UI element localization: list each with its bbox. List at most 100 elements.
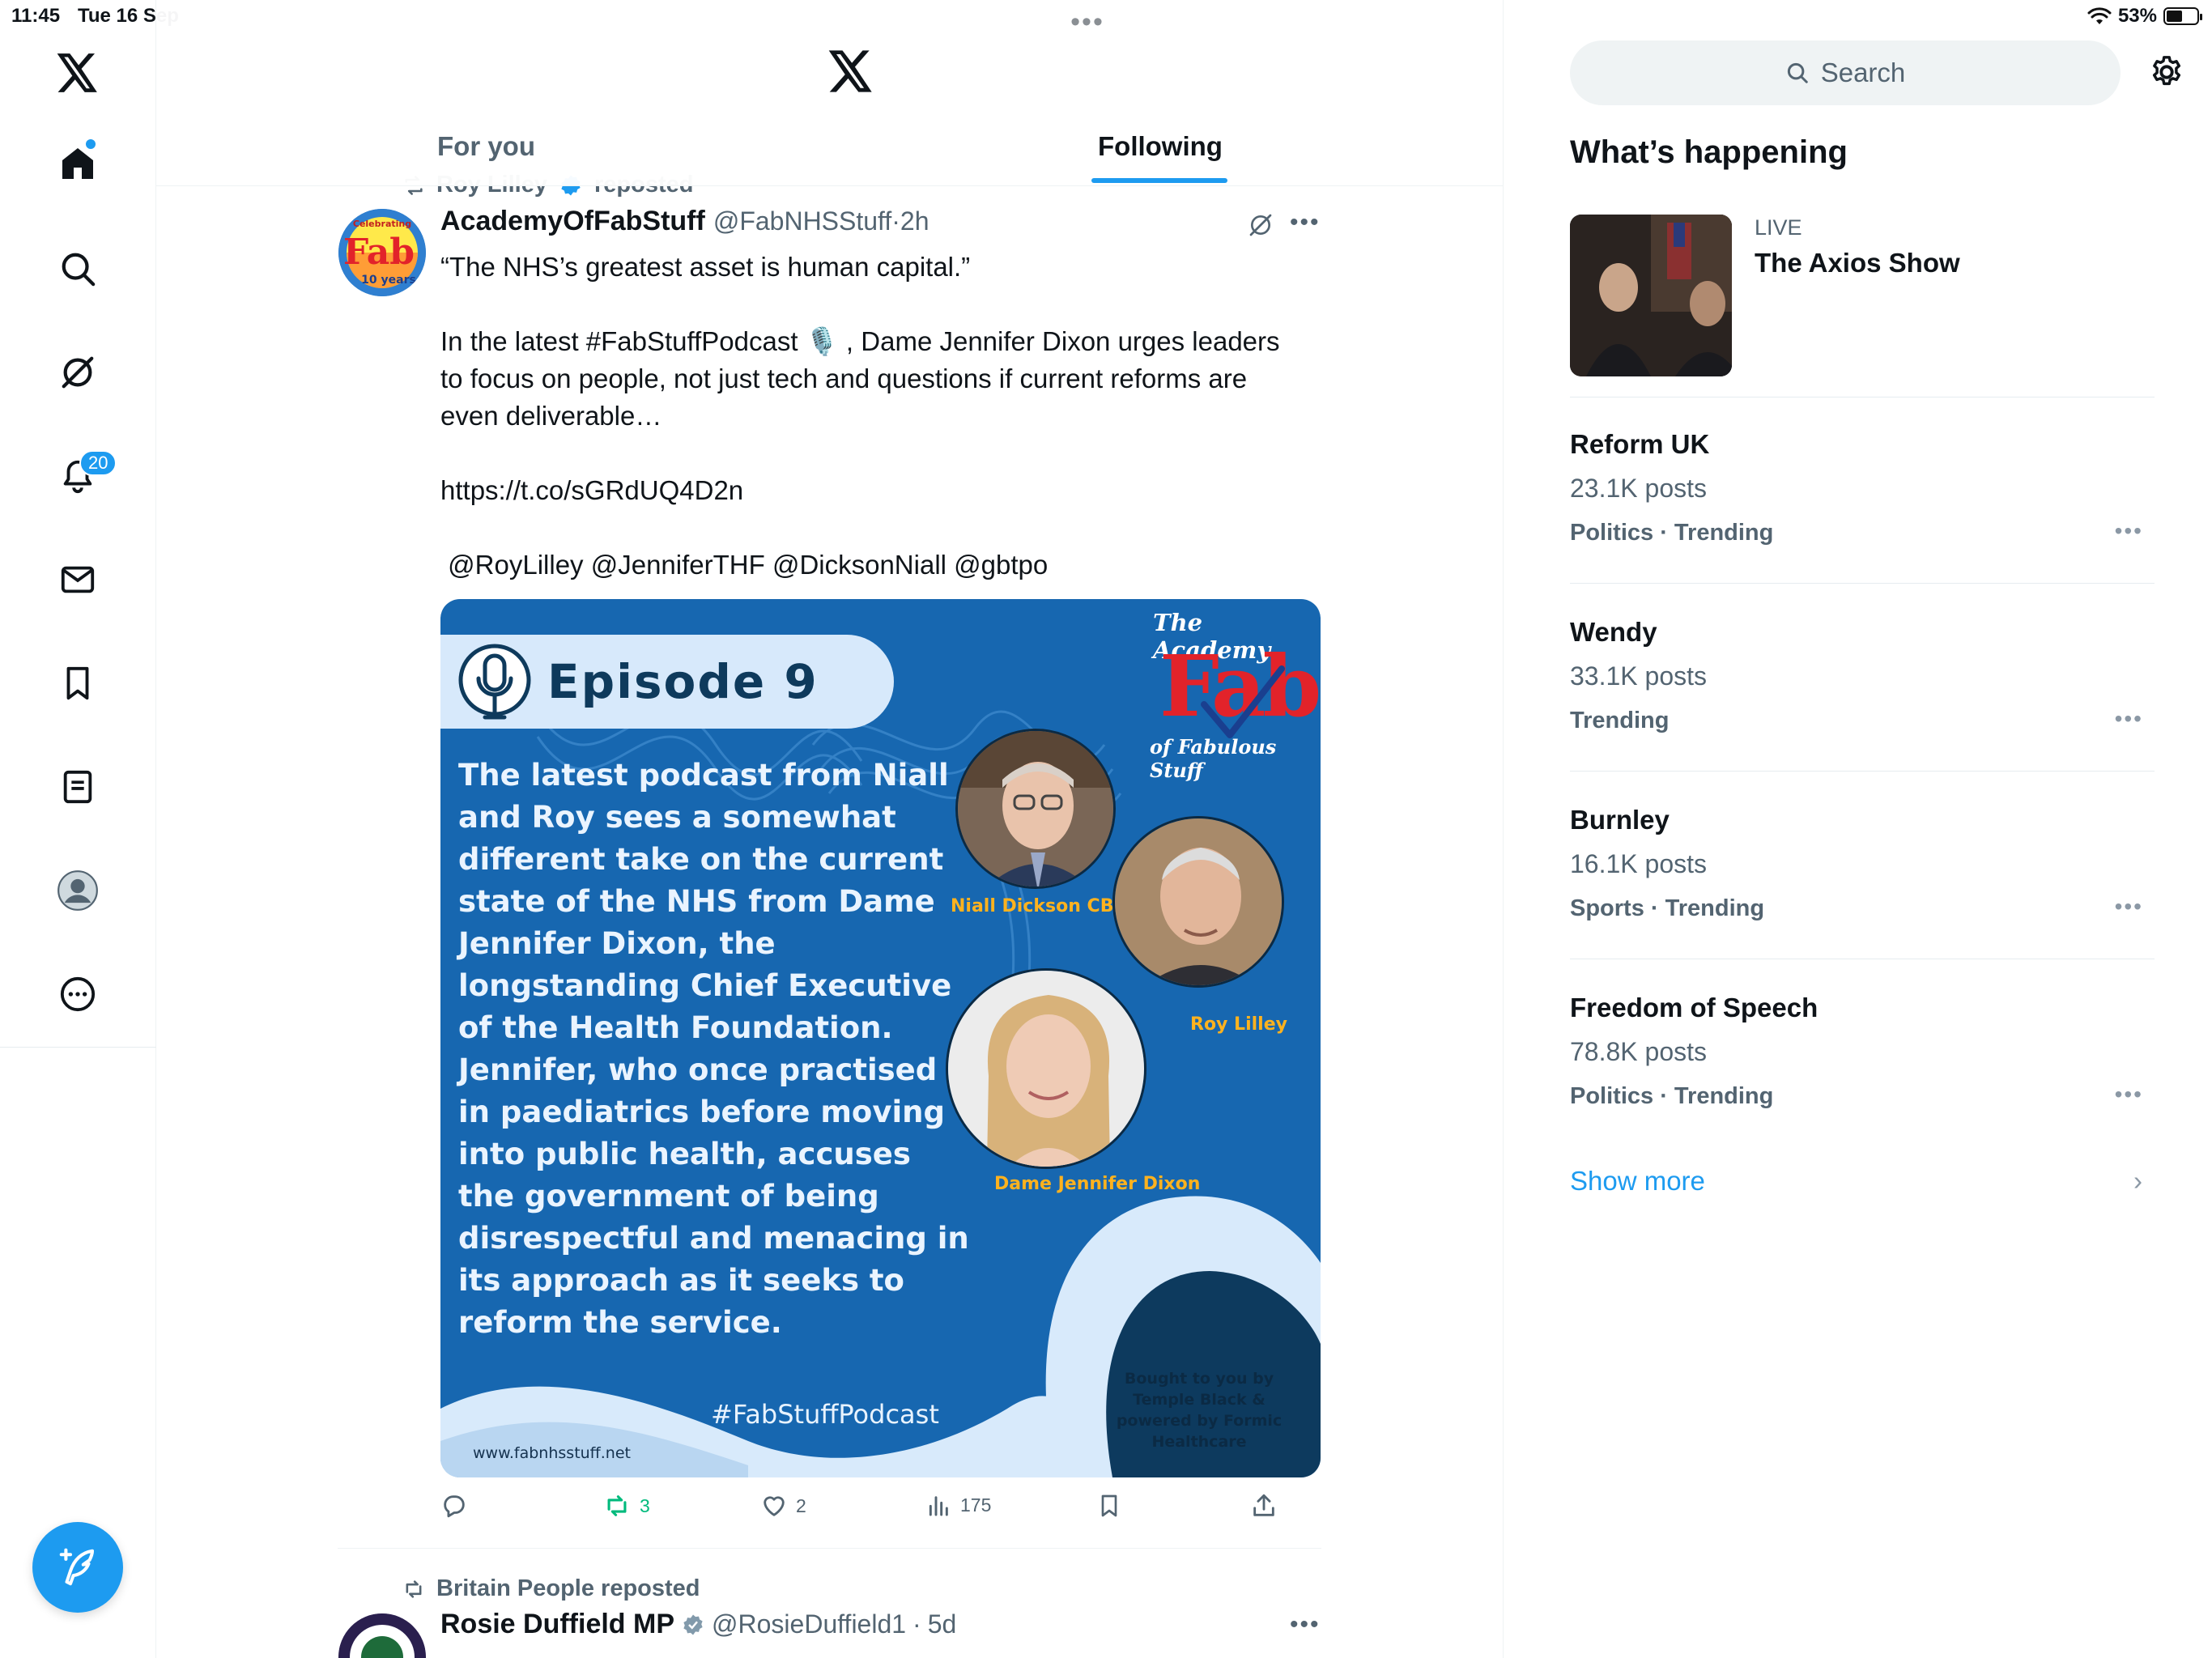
podcast-mic-icon <box>457 640 533 728</box>
label-niall-dickson: Niall Dickson CBE <box>951 896 1126 916</box>
label-jennifer-dixon: Dame Jennifer Dixon <box>994 1174 1201 1194</box>
left-nav: 20 <box>0 0 156 1658</box>
academy-checkmark-icon <box>1201 665 1285 738</box>
episode-description: The latest podcast from Niall and Roy se… <box>458 758 969 1340</box>
trend-title: Burnley <box>1570 805 1670 835</box>
search-input[interactable]: Search <box>1570 40 2121 105</box>
tweet-author-name[interactable]: AcademyOfFabStuff <box>440 206 705 237</box>
tweet-media-image[interactable]: Episode 9 The latest podcast from Niall … <box>440 599 1321 1477</box>
tweet-line-body: In the latest #FabStuffPodcast 🎙️ , Dame… <box>440 326 1280 431</box>
trend-posts: 23.1K posts <box>1570 474 1707 503</box>
share-icon <box>1253 1494 1274 1516</box>
bookmarks-icon[interactable] <box>53 659 102 708</box>
tab-for-you[interactable]: For you <box>437 131 535 162</box>
live-title[interactable]: The Axios Show <box>1755 248 1960 278</box>
like-button[interactable]: 2 <box>760 1492 806 1520</box>
tweet-time[interactable]: 2h <box>900 206 929 236</box>
repost-icon <box>406 1579 422 1598</box>
trend-item[interactable]: Wendy 33.1K posts Trending ••• <box>1570 617 2155 787</box>
trend-more-icon[interactable]: ••• <box>2115 894 2143 920</box>
trend-posts: 33.1K posts <box>1570 661 1707 691</box>
heart-icon <box>764 1496 785 1516</box>
trend-divider <box>1570 583 2155 584</box>
nav-divider <box>0 1047 156 1048</box>
view-count: 175 <box>960 1494 992 1516</box>
media-url: www.fabnhsstuff.net <box>473 1444 631 1462</box>
lists-icon[interactable] <box>53 763 102 811</box>
views-button[interactable]: 175 <box>926 1492 991 1518</box>
trend-item[interactable]: Freedom of Speech 78.8K posts Politics ·… <box>1570 993 2155 1163</box>
multitask-dots-icon[interactable]: ••• <box>1070 6 1104 38</box>
tweet2-more-icon[interactable]: ••• <box>1290 1611 1321 1639</box>
trend-category: Sports · Trending <box>1570 895 1765 921</box>
grok-explain-icon[interactable] <box>1248 212 1274 242</box>
trend-category: Politics · Trending <box>1570 1083 1774 1109</box>
home-notification-dot <box>86 139 96 149</box>
share-button[interactable] <box>1250 1492 1278 1520</box>
label-roy-lilley: Roy Lilley <box>1190 1014 1287 1035</box>
more-icon[interactable] <box>53 970 102 1018</box>
trend-posts: 16.1K posts <box>1570 849 1707 878</box>
header-x-logo-icon[interactable] <box>828 50 874 96</box>
trend-posts: 78.8K posts <box>1570 1037 1707 1066</box>
trend-divider <box>1570 771 2155 772</box>
search-icon <box>1787 62 1808 83</box>
trend-more-icon[interactable]: ••• <box>2115 518 2143 544</box>
tweet-text: “The NHS’s greatest asset is human capit… <box>440 249 1331 584</box>
like-count: 2 <box>796 1494 806 1516</box>
reply-button[interactable] <box>440 1492 468 1520</box>
tweet-author-avatar[interactable]: Celebrating Fab 10 years <box>338 209 426 296</box>
compose-feather-icon <box>59 1548 95 1586</box>
repost-icon <box>607 1495 627 1516</box>
trend-more-icon[interactable]: ••• <box>2115 1082 2143 1107</box>
trend-item[interactable]: Burnley 16.1K posts Sports · Trending ••… <box>1570 805 2155 975</box>
trend-title: Wendy <box>1570 617 1657 647</box>
tweet2-author-handle[interactable]: @RosieDuffield1 <box>712 1609 906 1639</box>
tweet-more-icon[interactable]: ••• <box>1290 209 1321 236</box>
x-logo-icon[interactable] <box>53 49 102 97</box>
tweet-header: AcademyOfFabStuff @FabNHSStuff · 2h <box>440 206 929 237</box>
trend-more-icon[interactable]: ••• <box>2115 706 2143 732</box>
reply-icon <box>444 1495 465 1518</box>
show-more-link[interactable]: Show more <box>1570 1166 1705 1197</box>
trend-category: Politics · Trending <box>1570 520 1774 546</box>
tab-following[interactable]: Following <box>1098 131 1223 162</box>
tweet2-author-name[interactable]: Rosie Duffield MP <box>440 1609 674 1640</box>
photo-niall-dickson <box>955 729 1116 889</box>
photo-roy-lilley <box>1112 816 1284 988</box>
grok-icon[interactable] <box>53 348 102 397</box>
avatar-text-bottom: 10 years <box>361 274 416 287</box>
tweet2-time[interactable]: 5d <box>928 1609 957 1639</box>
avatar-text-mid: Fab <box>343 232 415 273</box>
tweet-line-quote: “The NHS’s greatest asset is human capit… <box>440 252 971 282</box>
tweet-author-handle[interactable]: @FabNHSStuff <box>713 206 891 236</box>
tweet-link[interactable]: https://t.co/sGRdUQ4D2n <box>440 472 1331 509</box>
messages-icon[interactable] <box>53 555 102 604</box>
trend-category: Trending <box>1570 708 1670 733</box>
search-icon[interactable] <box>53 244 102 293</box>
notifications-badge: 20 <box>79 450 117 476</box>
tweet2-header: Rosie Duffield MP @RosieDuffield1 · 5d <box>440 1609 956 1640</box>
tweet2-dot-separator: · <box>912 1609 921 1639</box>
tweet-mentions[interactable]: @RoyLilley @JenniferTHF @DicksonNiall @g… <box>440 546 1331 584</box>
academy-logo-bottom: of Fabulous Stuff <box>1150 735 1277 782</box>
trend-item[interactable]: Reform UK 23.1K posts Politics · Trendin… <box>1570 429 2155 599</box>
repost-button[interactable]: 3 <box>602 1492 650 1520</box>
timeline-header: ••• For you Following <box>156 0 1503 186</box>
live-event-thumbnail[interactable] <box>1570 215 1732 376</box>
search-placeholder: Search <box>1820 57 1906 87</box>
verified-gray-badge-icon <box>683 1614 703 1635</box>
settings-gear-icon[interactable] <box>2148 53 2185 95</box>
episode-title: Episode 9 <box>547 654 819 709</box>
repost-user-2[interactable]: Britain People reposted <box>436 1575 700 1602</box>
tweet-separator <box>338 1548 1321 1549</box>
bookmark-button[interactable] <box>1096 1492 1122 1520</box>
timeline-column: Roy Lilley reposted ••• For you Followin… <box>156 0 1504 1658</box>
repost-count: 3 <box>640 1494 650 1516</box>
tweet2-author-avatar[interactable] <box>338 1613 426 1658</box>
compose-button[interactable] <box>32 1522 123 1613</box>
chevron-right-icon: › <box>2133 1166 2142 1196</box>
media-sponsor: Bought to you by Temple Black & powered … <box>1116 1370 1283 1451</box>
views-chart-icon <box>929 1496 948 1516</box>
profile-icon[interactable] <box>53 866 102 915</box>
